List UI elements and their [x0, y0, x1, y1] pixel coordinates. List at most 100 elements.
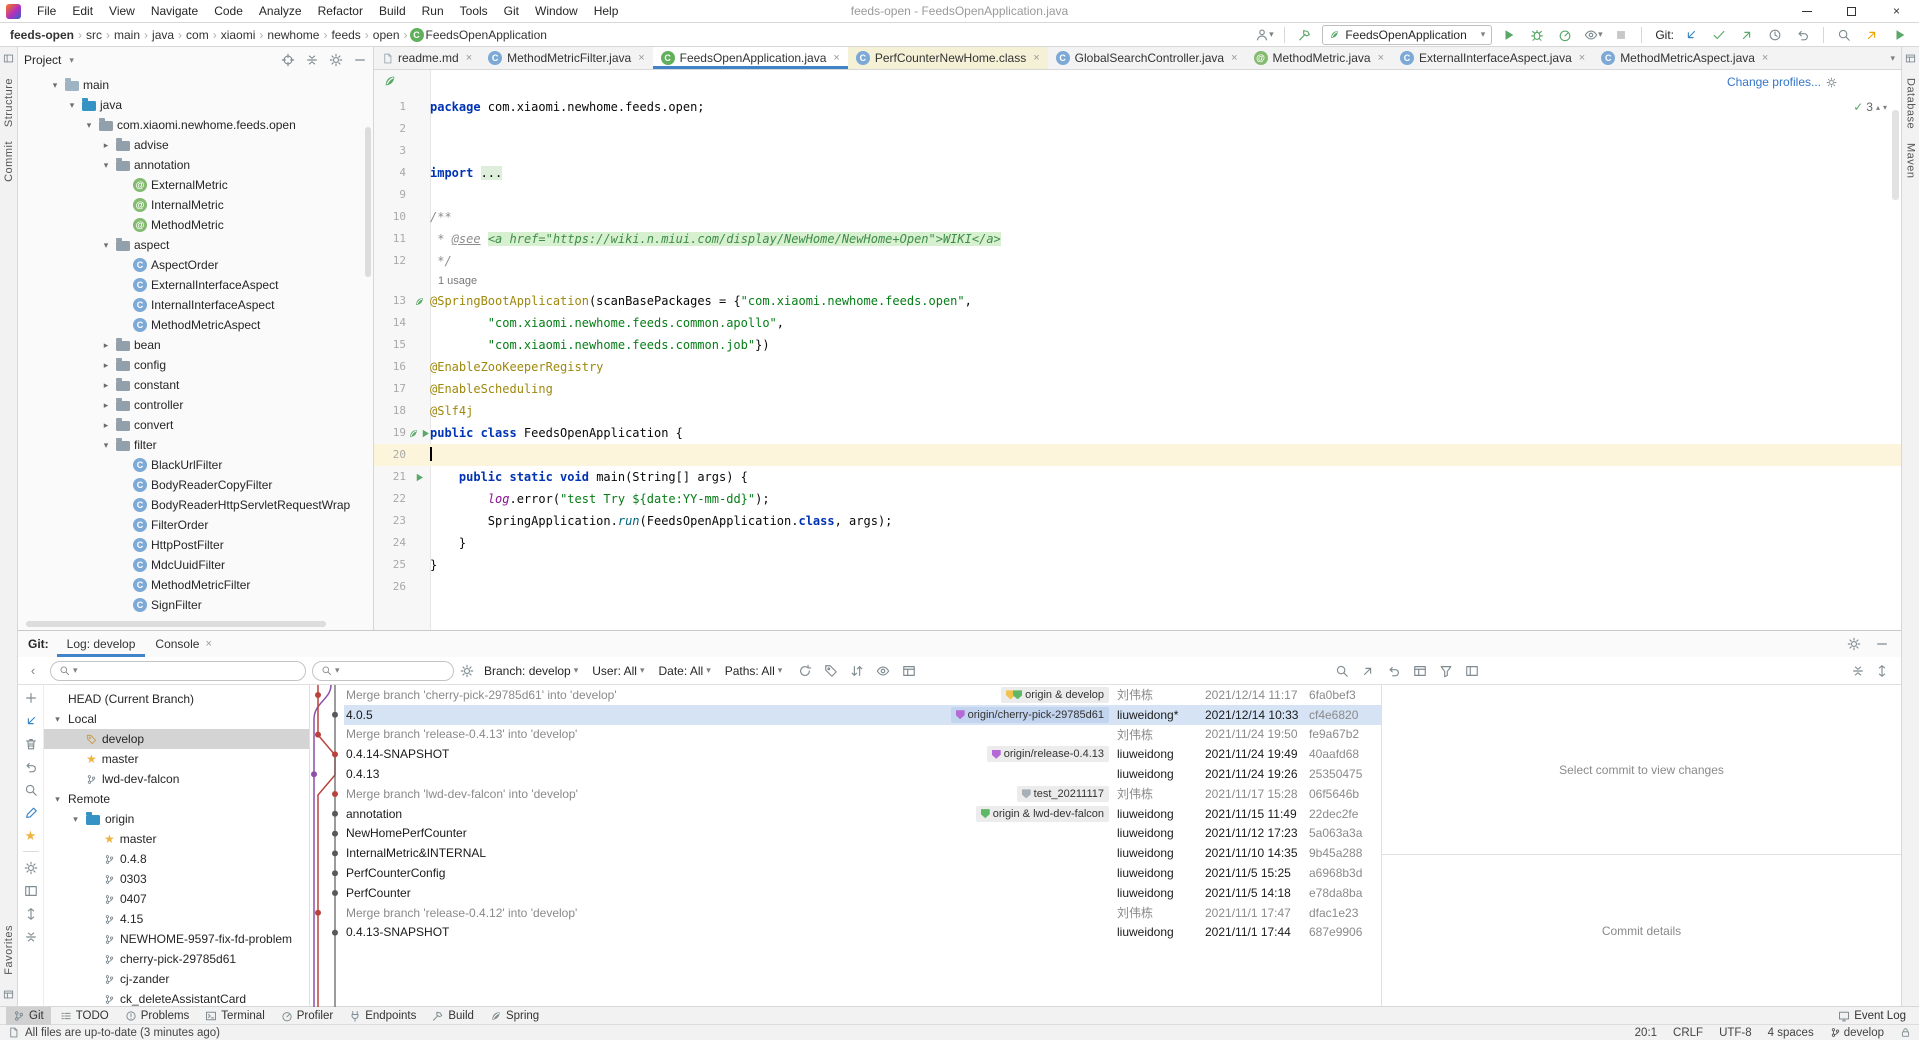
project-view-chevron-icon[interactable]: ▾	[69, 55, 74, 66]
code-line[interactable]: 10/**	[374, 206, 1901, 228]
commit-row[interactable]: NewHomePerfCounterliuweidong2021/11/12 1…	[344, 824, 1381, 844]
project-tree-item[interactable]: CBodyReaderCopyFilter	[18, 475, 373, 495]
close-icon[interactable]: ×	[466, 52, 472, 64]
indent-setting[interactable]: 4 spaces	[1768, 1027, 1814, 1039]
branch-item[interactable]: ▾origin	[44, 809, 309, 829]
project-tree-item[interactable]: CExternalInterfaceAspect	[18, 275, 373, 295]
history-icon[interactable]	[1764, 25, 1786, 45]
stripe-maven-tab[interactable]: Maven	[1905, 143, 1917, 179]
git-panel-settings-icon[interactable]	[1847, 637, 1861, 651]
branch-item[interactable]: develop	[44, 729, 309, 749]
toolwindow-git[interactable]: Git	[6, 1007, 51, 1025]
toolwindow-terminal[interactable]: Terminal	[198, 1007, 271, 1025]
checkout-icon[interactable]	[24, 714, 38, 728]
branch-chevron-icon[interactable]: ▾	[52, 794, 63, 805]
git-update-icon[interactable]	[1680, 25, 1702, 45]
commit-row[interactable]: 4.0.5origin/cherry-pick-29785d61liuweido…	[344, 705, 1381, 725]
code-line[interactable]: 20	[374, 444, 1901, 466]
breadcrumb-item[interactable]: src	[84, 28, 104, 42]
collapse-all-branches-icon[interactable]	[24, 930, 38, 944]
run-configuration-select[interactable]: FeedsOpenApplication ▾	[1322, 25, 1492, 45]
project-tree-item[interactable]: @MethodMetric	[18, 215, 373, 235]
project-tree-item[interactable]: CBodyReaderHttpServletRequestWrap	[18, 495, 373, 515]
branch-item[interactable]: ▾Local	[44, 709, 309, 729]
usage-inlay-hint[interactable]: 1 usage	[374, 272, 1901, 290]
editor-scrollbar[interactable]	[1892, 110, 1899, 200]
code-line[interactable]: 24 }	[374, 532, 1901, 554]
code-line[interactable]: 26	[374, 576, 1901, 598]
project-tree-item[interactable]: @InternalMetric	[18, 195, 373, 215]
branch-item[interactable]: 4.15	[44, 909, 309, 929]
debug-button[interactable]	[1526, 25, 1548, 45]
branch-item[interactable]: cj-zander	[44, 969, 309, 989]
git-commit-icon[interactable]	[1708, 25, 1730, 45]
code-line[interactable]: 13@SpringBootApplication(scanBasePackage…	[374, 290, 1901, 312]
close-button[interactable]: ×	[1874, 0, 1919, 23]
branch-item[interactable]: 0303	[44, 869, 309, 889]
delete-branch-icon[interactable]	[24, 737, 38, 751]
run-button[interactable]	[1498, 25, 1520, 45]
code-line[interactable]: 9	[374, 184, 1901, 206]
project-tree-item[interactable]: ▸advise	[18, 135, 373, 155]
menu-item-view[interactable]: View	[101, 0, 143, 23]
change-profiles-link[interactable]: Change profiles...	[1727, 75, 1821, 89]
long-edge-icon[interactable]	[902, 664, 916, 678]
filter-user[interactable]: User: All▾	[588, 664, 648, 678]
search-commits-icon[interactable]	[1335, 664, 1349, 678]
branch-item[interactable]: HEAD (Current Branch)	[44, 689, 309, 709]
ref-tag-chip[interactable]: origin & develop	[1001, 687, 1109, 703]
coverage-button[interactable]: ▾	[1582, 25, 1604, 45]
presentation-settings-icon[interactable]	[1465, 664, 1479, 678]
preview-diff-eye-icon[interactable]	[876, 664, 890, 678]
project-tree-item[interactable]: ▾filter	[18, 435, 373, 455]
project-tree-item[interactable]: ▾main	[18, 75, 373, 95]
branch-settings-icon[interactable]	[24, 861, 38, 875]
breadcrumb-item[interactable]: open	[371, 28, 402, 42]
git-branch-widget[interactable]: develop	[1830, 1027, 1884, 1039]
branch-filter-input[interactable]: ▾	[50, 661, 306, 681]
menu-item-edit[interactable]: Edit	[64, 0, 101, 23]
close-icon[interactable]: ×	[638, 52, 644, 64]
code-line[interactable]: 14 "com.xiaomi.newhome.feeds.common.apol…	[374, 312, 1901, 334]
stripe-database-tab[interactable]: Database	[1905, 78, 1917, 129]
filter-paths[interactable]: Paths: All▾	[721, 664, 787, 678]
code-line[interactable]: 23 SpringApplication.run(FeedsOpenApplic…	[374, 510, 1901, 532]
git-panel-hide-icon[interactable]	[1875, 637, 1889, 651]
editor-tab-MethodMetric.java[interactable]: @MethodMetric.java×	[1246, 47, 1392, 69]
caret-position[interactable]: 20:1	[1635, 1027, 1657, 1039]
commit-row[interactable]: Merge branch 'cherry-pick-29785d61' into…	[344, 685, 1381, 705]
branch-item[interactable]: 0.4.8	[44, 849, 309, 869]
edit-branch-icon[interactable]	[24, 806, 38, 820]
next-problem-icon[interactable]: ▾	[1883, 103, 1887, 112]
favorite-branch-icon[interactable]: ★	[25, 829, 37, 842]
project-tree-item[interactable]: ▸convert	[18, 415, 373, 435]
line-ending[interactable]: CRLF	[1673, 1027, 1703, 1039]
stripe-favorites-tab[interactable]: Favorites	[3, 925, 15, 975]
maximize-button[interactable]	[1829, 0, 1874, 23]
code-line[interactable]: 3	[374, 140, 1901, 162]
scroll-top-icon[interactable]	[1851, 664, 1865, 678]
code-line[interactable]: 1package com.xiaomi.newhome.feeds.open;	[374, 96, 1901, 118]
ref-tag-chip[interactable]: origin/release-0.4.13	[987, 746, 1109, 762]
filter-funnel-icon[interactable]	[1439, 664, 1453, 678]
tree-chevron-icon[interactable]: ▾	[66, 100, 78, 111]
project-tree-item[interactable]: CBlackUrlFilter	[18, 455, 373, 475]
sort-icon[interactable]	[850, 664, 864, 678]
project-horizontal-scrollbar[interactable]	[26, 621, 326, 627]
project-tree-item[interactable]: CMethodMetricFilter	[18, 575, 373, 595]
locate-file-icon[interactable]	[281, 53, 295, 67]
project-vertical-scrollbar[interactable]	[365, 127, 371, 277]
project-tree-item[interactable]: ▾com.xiaomi.newhome.feeds.open	[18, 115, 373, 135]
search-branch-icon[interactable]	[24, 783, 38, 797]
user-profile-icon[interactable]: ▾	[1253, 25, 1275, 45]
commit-search-input[interactable]: ▾	[312, 661, 454, 681]
hidden-tabs-chevron-icon[interactable]: ▾	[1884, 47, 1901, 69]
tree-chevron-icon[interactable]: ▾	[83, 120, 95, 131]
commit-row[interactable]: 0.4.13liuweidong2021/11/24 19:2625350475	[344, 764, 1381, 784]
collapse-all-icon[interactable]	[305, 53, 319, 67]
branch-item[interactable]: NEWHOME-9597-fix-fd-problem	[44, 929, 309, 949]
branch-item[interactable]: ★master	[44, 749, 309, 769]
menu-item-help[interactable]: Help	[586, 0, 627, 23]
project-tree-item[interactable]: CMethodMetricAspect	[18, 315, 373, 335]
code-line[interactable]: 11 * @see <a href="https://wiki.n.miui.c…	[374, 228, 1901, 250]
